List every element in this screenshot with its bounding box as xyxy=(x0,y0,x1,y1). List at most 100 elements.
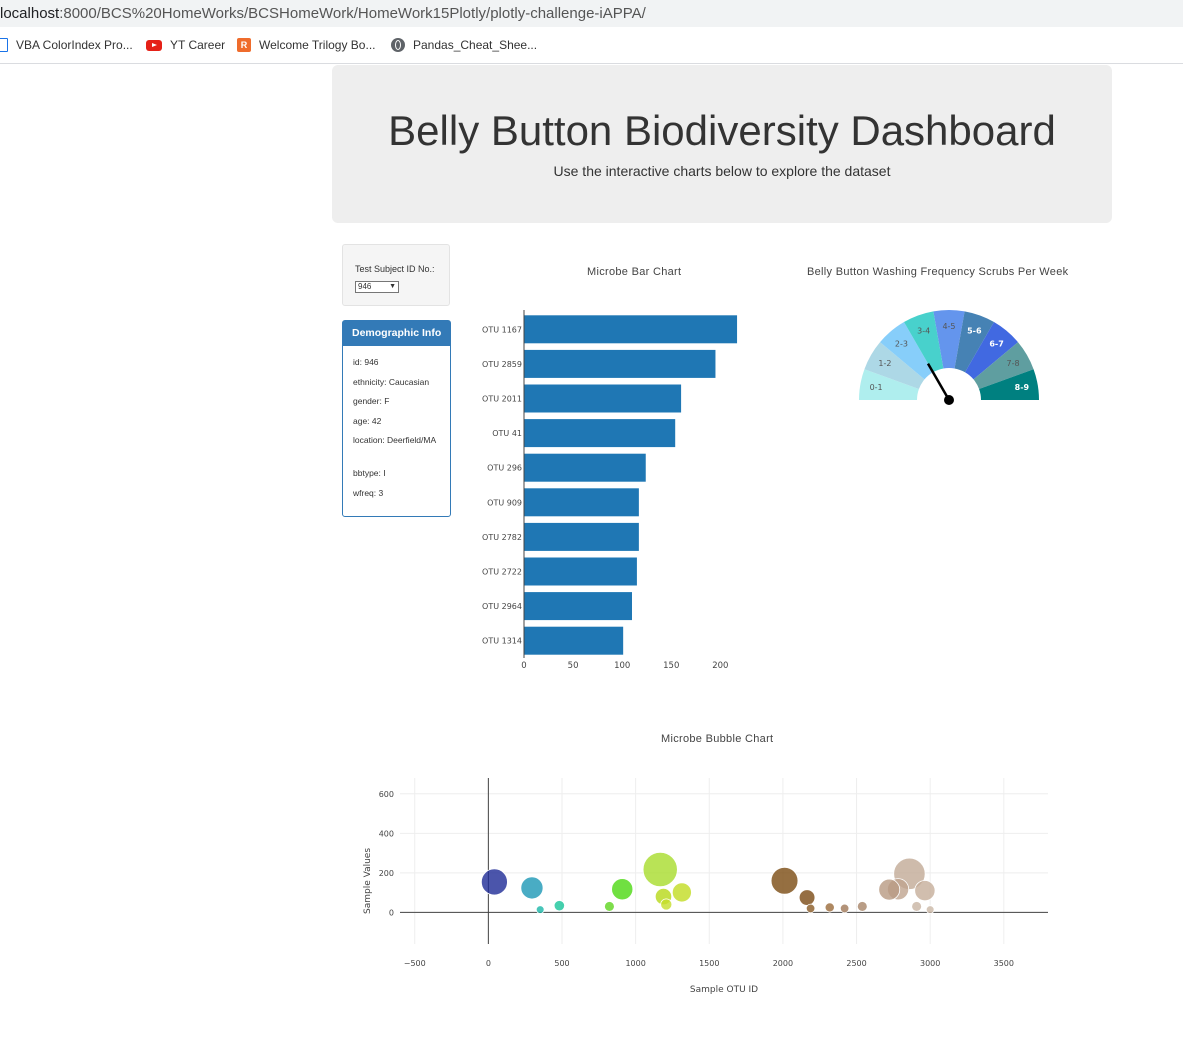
bubble-x-tick-label: 3500 xyxy=(994,959,1014,968)
demographic-row-bbtype: bbtype: I xyxy=(353,468,386,478)
bar-category-label: OTU 2011 xyxy=(482,395,522,404)
bookmark-trilogy[interactable]: R Welcome Trilogy Bo... xyxy=(237,37,375,53)
bubble-x-tick-label: 2500 xyxy=(846,959,866,968)
gauge-segment-label: 4-5 xyxy=(942,322,955,331)
bubble xyxy=(839,903,850,914)
demographic-row-age: age: 42 xyxy=(353,416,382,426)
bar-category-label: OTU 296 xyxy=(487,464,522,473)
bar-category-label: OTU 2964 xyxy=(482,602,522,611)
bar-category-label: OTU 1314 xyxy=(482,637,522,646)
microbe-bubble-chart[interactable]: 0 200 400 600 −500 0 500 1000 1500 2000 2500 3000 35… xyxy=(350,760,1070,1010)
bubble-x-tick-label: 2000 xyxy=(773,959,793,968)
gauge-needle-hub xyxy=(944,395,954,405)
bar-category-label: OTU 2859 xyxy=(482,360,522,369)
bubble xyxy=(925,905,935,914)
demographic-panel-title: Demographic Info xyxy=(343,321,450,346)
gauge-segment-label: 3-4 xyxy=(917,326,930,335)
bookmark-vba[interactable]: VBA ColorIndex Pro... xyxy=(0,37,133,53)
bar xyxy=(524,349,716,378)
bar xyxy=(524,522,639,551)
bubble-x-tick-label: 3000 xyxy=(920,959,940,968)
bookmark-label: Pandas_Cheat_Shee... xyxy=(413,38,538,52)
bookmark-label: YT Career xyxy=(170,38,226,52)
bar xyxy=(524,626,624,655)
bar xyxy=(524,419,676,448)
bubble xyxy=(535,905,545,914)
bubble xyxy=(824,902,835,913)
bubble xyxy=(611,878,634,901)
bar-category-label: OTU 2722 xyxy=(482,568,522,577)
bar-x-tick-label: 150 xyxy=(663,661,679,671)
bubble xyxy=(642,851,678,888)
bubble-y-axis-label: Sample Values xyxy=(363,848,373,914)
bubble-chart-title: Microbe Bubble Chart xyxy=(661,733,774,745)
subject-selector-label: Test Subject ID No.: xyxy=(355,264,435,274)
bar-category-label: OTU 1167 xyxy=(482,325,522,334)
bubble xyxy=(770,866,799,895)
bar-x-tick-label: 200 xyxy=(712,661,728,671)
bubble-x-tick-label: 1500 xyxy=(699,959,719,968)
bar-chart-title: Microbe Bar Chart xyxy=(587,266,682,278)
gauge-segment-label: 5-6 xyxy=(967,326,982,335)
bubble xyxy=(878,878,901,901)
bubble xyxy=(911,901,922,912)
bookmark-label: VBA ColorIndex Pro... xyxy=(16,38,133,52)
gauge-segment-label: 0-1 xyxy=(870,383,883,392)
bar-x-tick-label: 50 xyxy=(568,661,579,671)
demographic-row-id: id: 946 xyxy=(353,357,379,367)
bar xyxy=(524,384,682,413)
bookmark-pandas[interactable]: Pandas_Cheat_Shee... xyxy=(391,37,537,53)
youtube-icon xyxy=(146,39,162,51)
bubble xyxy=(798,889,816,906)
gauge-segment-label: 6-7 xyxy=(989,339,1003,348)
bar-x-tick-label: 0 xyxy=(521,661,526,671)
bubble xyxy=(805,903,816,914)
bubble-x-axis-label: Sample OTU ID xyxy=(690,985,758,995)
bubble xyxy=(604,901,615,912)
bar-category-label: OTU 41 xyxy=(492,429,522,438)
bar xyxy=(524,453,646,482)
bar-category-label: OTU 909 xyxy=(487,498,522,507)
page-title: Belly Button Biodiversity Dashboard xyxy=(388,107,1056,154)
gauge-segment-label: 1-2 xyxy=(878,359,891,368)
header-jumbotron: Belly Button Biodiversity Dashboard Use … xyxy=(332,65,1112,223)
bubble xyxy=(553,900,565,912)
demographic-panel: Demographic Info id: 946 ethnicity: Cauc… xyxy=(342,320,451,517)
gauge-segment-label: 7-8 xyxy=(1007,359,1020,368)
gauge-segment-label: 8-9 xyxy=(1015,383,1030,392)
bookmarks-bar: VBA ColorIndex Pro... YT Career R Welcom… xyxy=(0,27,1183,64)
bubble-y-tick-label: 600 xyxy=(379,790,394,799)
bubble xyxy=(856,901,868,912)
washing-frequency-gauge[interactable]: 0-1 1-2 2-3 3-4 4-5 5-6 6-7 7-8 8-9 xyxy=(840,300,1060,420)
page-subtitle: Use the interactive charts below to expl… xyxy=(553,163,891,179)
demographic-row-wfreq: wfreq: 3 xyxy=(353,488,384,498)
url-host: localhost xyxy=(0,5,60,22)
trilogy-icon: R xyxy=(237,38,251,52)
bar-x-tick-label: 100 xyxy=(614,661,630,671)
bar xyxy=(524,592,632,621)
bookmark-yt[interactable]: YT Career xyxy=(146,37,225,53)
address-bar[interactable]: localhost:8000/BCS%20HomeWorks/BCSHomeWo… xyxy=(0,0,1183,27)
bubble-x-tick-label: 1000 xyxy=(625,959,645,968)
bubble-y-tick-label: 0 xyxy=(389,908,394,917)
bar-category-label: OTU 2782 xyxy=(482,533,522,542)
globe-icon xyxy=(391,38,405,52)
bubble-y-tick-label: 200 xyxy=(379,869,394,878)
gauge-segment-label: 2-3 xyxy=(895,339,908,348)
demographic-row-gender: gender: F xyxy=(353,396,390,406)
bubble-x-tick-label: 0 xyxy=(486,959,491,968)
bar xyxy=(524,557,637,586)
bubble xyxy=(671,882,692,903)
chevron-down-icon: ▼ xyxy=(389,283,396,290)
subject-id-dropdown[interactable]: 946 ▼ xyxy=(355,281,399,293)
bubble xyxy=(914,880,936,902)
demographic-row-ethnicity: ethnicity: Caucasian xyxy=(353,377,430,387)
document-icon xyxy=(0,38,8,52)
url-path: :8000/BCS%20HomeWorks/BCSHomeWork/HomeWo… xyxy=(59,5,646,22)
gauge-chart-title: Belly Button Washing Frequency Scrubs Pe… xyxy=(807,266,1069,278)
demographic-row-location: location: Deerfield/MA xyxy=(353,435,437,445)
microbe-bar-chart[interactable]: 0 50 100 150 200 OTU 1167 OTU 2859 OTU 2011 OTU … xyxy=(470,300,760,680)
subject-selector-well: Test Subject ID No.: 946 ▼ xyxy=(342,244,450,306)
bubble-x-tick-label: −500 xyxy=(404,959,426,968)
bar xyxy=(524,315,738,344)
